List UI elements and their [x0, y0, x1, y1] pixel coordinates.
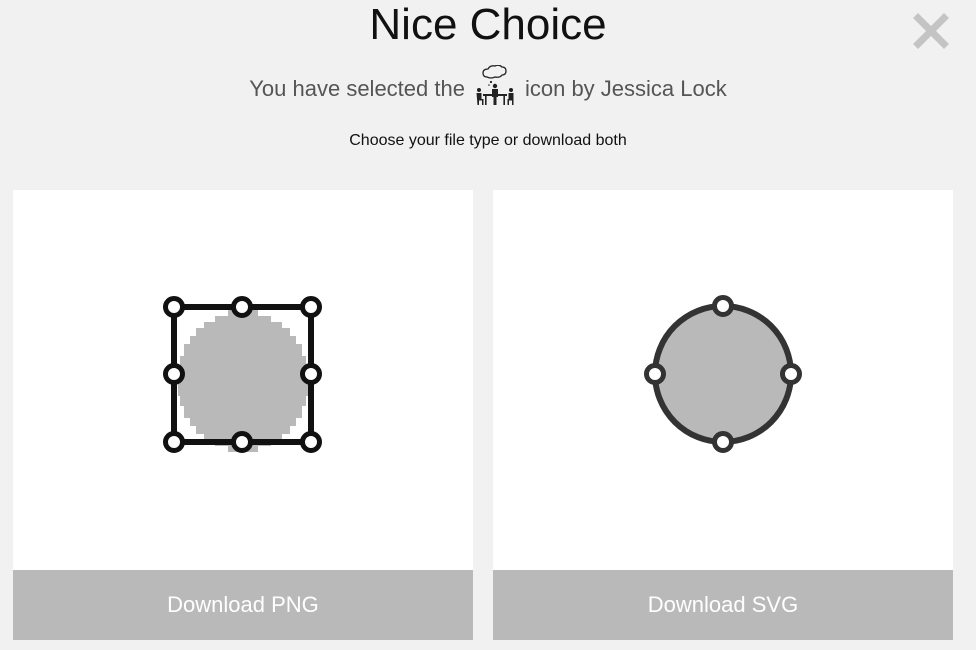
close-button[interactable] — [912, 12, 950, 50]
meeting-people-table-icon — [473, 64, 517, 109]
subtitle-prefix: You have selected the — [249, 76, 465, 101]
svg-vector-preview-icon — [644, 295, 802, 453]
page-title: Nice Choice — [369, 0, 607, 49]
subtitle-suffix: icon by Jessica Lock — [524, 76, 727, 101]
png-preview — [13, 190, 473, 570]
selection-subtitle: You have selected the icon by Jessica Lo… — [0, 64, 976, 112]
download-svg-button[interactable]: Download SVG — [493, 570, 953, 640]
png-option-card[interactable]: Download PNG — [13, 190, 473, 640]
svg-preview — [493, 190, 953, 570]
png-raster-preview-icon — [163, 296, 322, 453]
download-png-button[interactable]: Download PNG — [13, 570, 473, 640]
file-type-instruction: Choose your file type or download both — [349, 132, 627, 149]
close-icon — [913, 13, 949, 49]
svg-option-card[interactable]: Download SVG — [493, 190, 953, 640]
